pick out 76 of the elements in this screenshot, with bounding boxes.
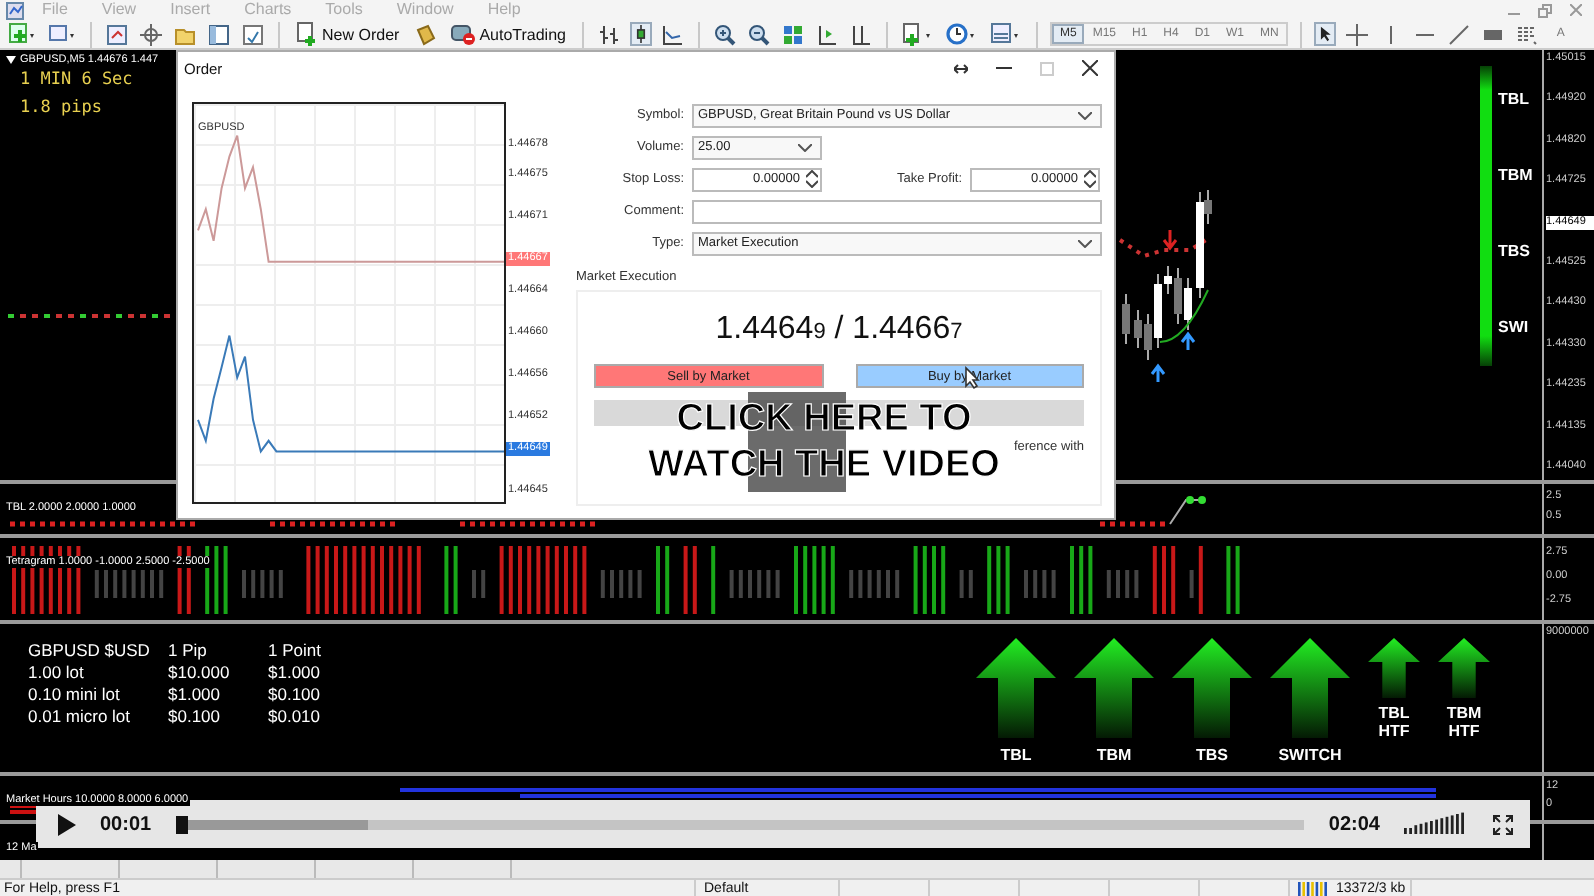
close-icon[interactable]: [1082, 60, 1098, 76]
volume-icon[interactable]: [1404, 812, 1468, 836]
up-arrow-icon: [1270, 638, 1350, 738]
table-cell-text: 0.10 mini lot: [28, 684, 122, 704]
up-arrow-icon: [1180, 331, 1196, 352]
spinner-arrows-icon: [1084, 170, 1096, 188]
down-arrow-icon: [1162, 228, 1178, 251]
candlestick-icon[interactable]: [629, 22, 652, 46]
table-cell-text: 1 Pip: [168, 640, 209, 660]
up-arrow-icon: [1368, 638, 1420, 698]
table-cell-text: $1.000: [168, 684, 222, 704]
comment-field[interactable]: [692, 199, 1102, 223]
app-icon: [6, 1, 24, 19]
restore-icon[interactable]: [1538, 3, 1552, 17]
signal-label: TBL: [1498, 90, 1530, 108]
elapsed-time: 00:01: [100, 813, 152, 835]
line-chart-icon[interactable]: [659, 21, 686, 47]
chart-shift-icon[interactable]: [847, 21, 874, 47]
indicators-icon[interactable]: [899, 20, 936, 48]
collapse-icon[interactable]: [6, 56, 16, 64]
signal-label: TBL: [1000, 746, 1032, 764]
play-icon[interactable]: [56, 813, 76, 835]
signal-label: TBS: [1196, 746, 1228, 764]
trend-line: [1159, 289, 1209, 343]
signal-label: TBS: [1498, 242, 1530, 260]
table-cell-text: $0.100: [168, 706, 222, 726]
timer-text: 1 MIN 6 Sec: [18, 68, 133, 94]
duration-time: 02:04: [1328, 813, 1380, 835]
templates-icon[interactable]: [987, 20, 1024, 48]
spinner-arrows-icon: [806, 170, 818, 188]
fullscreen-icon[interactable]: [1492, 813, 1514, 835]
signal-label: TBM HTF: [1444, 704, 1484, 740]
candlestick: [1122, 293, 1130, 345]
crosshair-icon[interactable]: [1344, 21, 1371, 47]
chevron-icon: [798, 143, 812, 151]
cursor-icon[interactable]: [1314, 22, 1337, 46]
up-arrow-icon: [1150, 363, 1166, 384]
zoom-in-icon[interactable]: [711, 21, 738, 47]
table-cell-text: 1 Point: [268, 640, 323, 660]
market-watch-icon[interactable]: [104, 21, 130, 47]
up-arrow-icon: [976, 638, 1056, 738]
crosshair-icon[interactable]: [138, 21, 164, 47]
tile-windows-icon[interactable]: [779, 21, 806, 47]
up-arrow-icon: [1438, 638, 1490, 698]
table-cell-text: $0.100: [268, 684, 322, 704]
table-cell-text: 1.00 lot: [28, 662, 86, 682]
fibonacci-icon[interactable]: [1514, 21, 1541, 47]
new-order-button[interactable]: New Order: [292, 22, 404, 46]
bar-chart-icon[interactable]: [595, 21, 622, 47]
up-arrow-icon: [1074, 638, 1154, 738]
table-cell-text: $10.000: [168, 662, 232, 682]
table-cell-text: $0.010: [268, 706, 322, 726]
trendline-icon[interactable]: [1446, 21, 1473, 47]
overlay-caption[interactable]: CLICK HERE TO: [676, 396, 972, 442]
chevron-icon: [1078, 239, 1092, 247]
signal-label: SWITCH: [1278, 746, 1342, 764]
signal-label: SWI: [1498, 318, 1529, 336]
signal-label: TBM: [1096, 746, 1132, 764]
clock-icon[interactable]: [943, 20, 980, 48]
timer-text: 1.8 pips: [18, 96, 102, 122]
dotted-line: [1118, 238, 1208, 259]
table-cell-text: GBPUSD $USD: [28, 640, 152, 660]
signal-label: TBL HTF: [1376, 704, 1412, 740]
signal-label: TBM: [1498, 166, 1533, 184]
autotrading-button[interactable]: AutoTrading: [445, 22, 570, 46]
table-cell-text: $1.000: [268, 662, 322, 682]
chevron-icon: [1078, 111, 1092, 119]
tester-icon[interactable]: [240, 21, 266, 47]
window-icon[interactable]: [206, 21, 232, 47]
up-arrow-icon: [1172, 638, 1252, 738]
connection-icon: [1298, 880, 1330, 896]
autoscroll-icon[interactable]: [813, 21, 840, 47]
bid-ask-quote: 1.44649 / 1.44667: [715, 312, 963, 348]
table-cell-text: 0.01 micro lot: [28, 706, 133, 726]
zoom-out-icon[interactable]: [745, 21, 772, 47]
resize-arrows-icon: [954, 63, 968, 73]
